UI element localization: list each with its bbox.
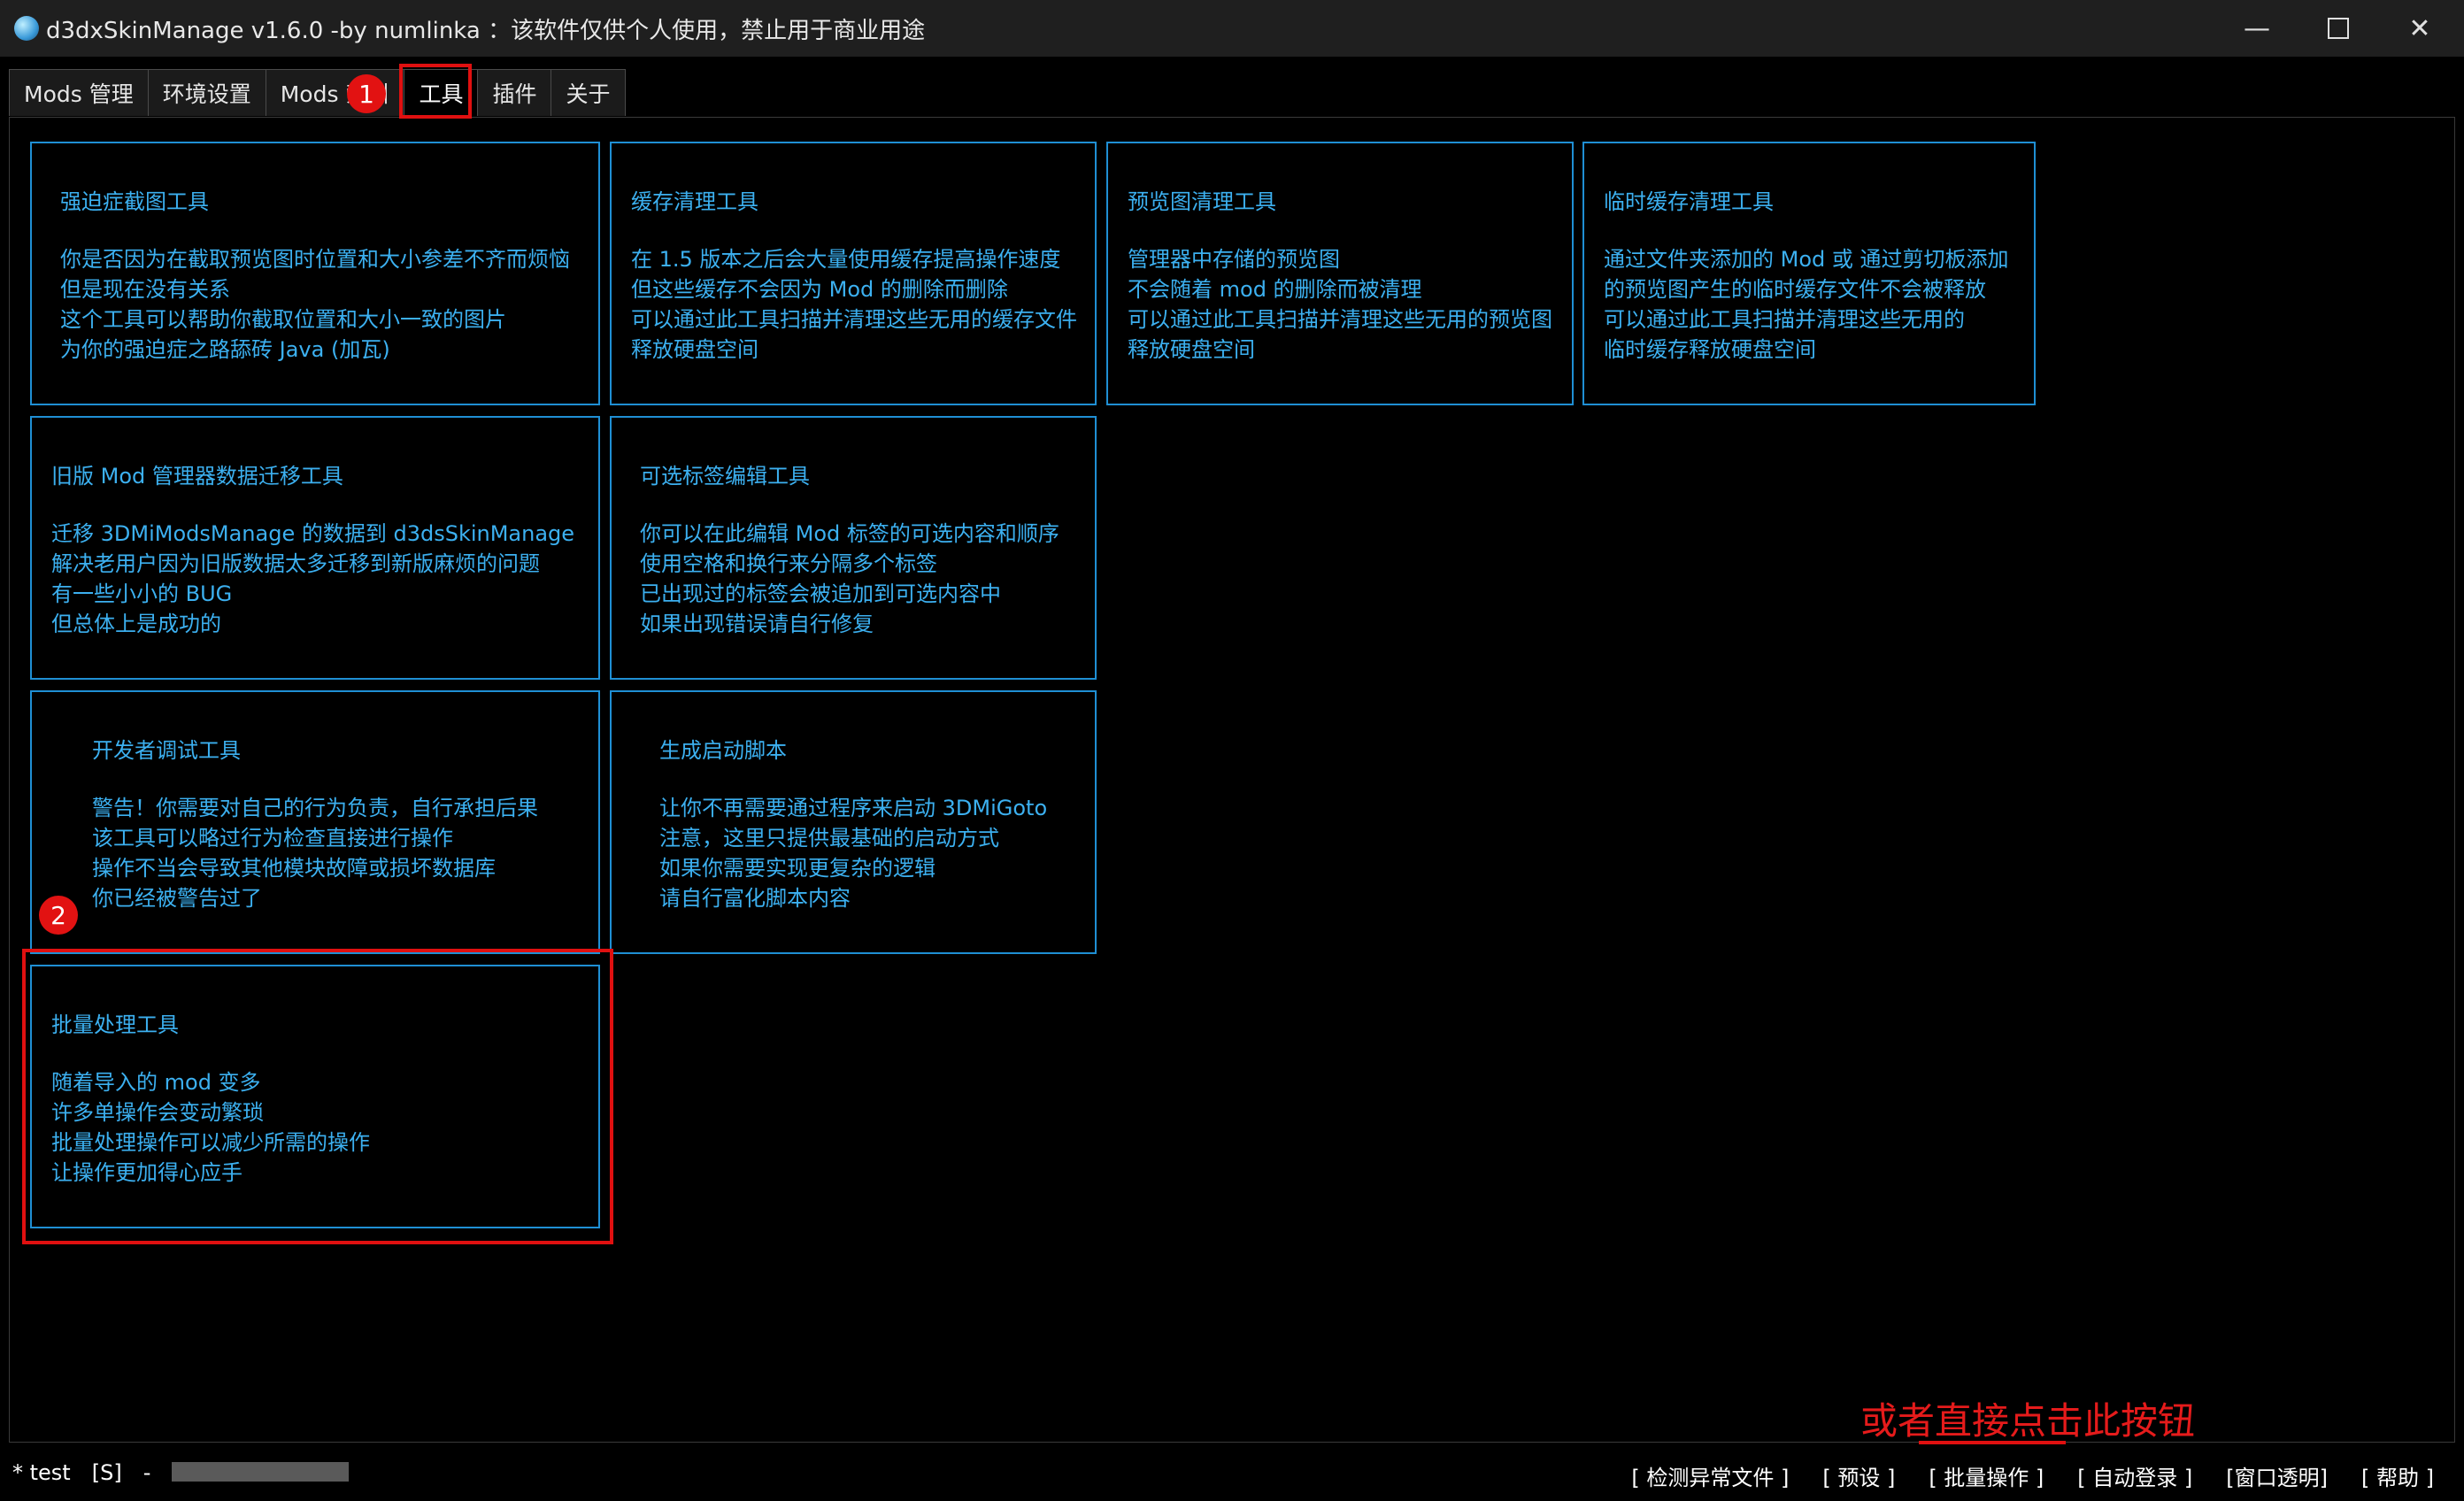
card-title: 强迫症截图工具 — [60, 189, 209, 214]
minimize-button[interactable]: — — [2216, 0, 2298, 57]
tool-card-preview-cleanup[interactable]: 预览图清理工具 管理器中存储的预览图 不会随着 mod 的删除而被清理 可以通过此工… — [1106, 142, 1574, 405]
batch-operation-link[interactable]: [ 批量操作 ] — [1929, 1460, 2044, 1491]
maximize-button[interactable] — [2298, 0, 2379, 57]
tool-card-tag-editor[interactable]: 可选标签编辑工具 你可以在此编辑 Mod 标签的可选内容和顺序 使用空格和换行来分… — [610, 416, 1097, 680]
card-title: 开发者调试工具 — [92, 738, 241, 763]
card-title: 可选标签编辑工具 — [640, 464, 810, 489]
card-title: 预览图清理工具 — [1128, 189, 1276, 214]
tool-card-screenshot[interactable]: 强迫症截图工具 你是否因为在截取预览图时位置和大小参差不齐而烦恼 但是现在没有关系… — [30, 142, 600, 405]
help-link[interactable]: [ 帮助 ] — [2361, 1460, 2434, 1491]
status-links: [ 检测异常文件 ] [ 预设 ] [ 批量操作 ] [ 自动登录 ] [窗口透… — [1598, 1460, 2434, 1491]
close-button[interactable]: ✕ — [2379, 0, 2460, 57]
preset-link[interactable]: [ 预设 ] — [1822, 1460, 1895, 1491]
status-flag: [S] — [91, 1460, 122, 1485]
card-description: 迁移 3DMiModsManage 的数据到 d3dsSkinManage 解决老… — [51, 521, 575, 636]
tab-plugins[interactable]: 插件 — [477, 69, 552, 116]
card-description: 警告！你需要对自己的行为负责，自行承担后果 该工具可以略过行为检查直接进行操作 操作… — [92, 796, 538, 911]
current-user: * test — [12, 1460, 71, 1485]
annotation-note: 或者直接点击此按钮 — [1860, 1399, 2196, 1443]
tab-tools[interactable]: 工具 — [404, 69, 479, 116]
app-logo-icon — [14, 16, 39, 41]
maximize-icon — [2328, 18, 2349, 39]
detect-abnormal-files-link[interactable]: [ 检测异常文件 ] — [1631, 1460, 1789, 1491]
card-title: 缓存清理工具 — [631, 189, 758, 214]
annotation-marker-2: 2 — [39, 896, 78, 935]
card-description: 随着导入的 mod 变多 许多单操作会变动繁琐 批量处理操作可以减少所需的操作 让操作… — [51, 1070, 370, 1185]
tool-card-data-migration[interactable]: 旧版 Mod 管理器数据迁移工具 迁移 3DMiModsManage 的数据到 … — [30, 416, 600, 680]
tool-card-batch-processing[interactable]: 批量处理工具 随着导入的 mod 变多 许多单操作会变动繁琐 批量处理操作可以减少所… — [30, 965, 600, 1228]
close-icon: ✕ — [2408, 12, 2431, 44]
tab-environment-settings[interactable]: 环境设置 — [147, 69, 266, 116]
title-bar: d3dxSkinManage v1.6.0 -by numlinka ：该软件仅… — [0, 0, 2464, 57]
status-bar: * test [S] - [ 检测异常文件 ] [ 预设 ] [ 批量操作 ] [ … — [0, 1444, 2464, 1501]
card-title: 批量处理工具 — [51, 1012, 179, 1037]
progress-bar — [172, 1462, 349, 1482]
card-title: 临时缓存清理工具 — [1604, 189, 1774, 214]
tab-bar: Mods 管理 环境设置 Mods 索引 工具 插件 关于 — [9, 69, 626, 117]
annotation-marker-1: 1 — [347, 74, 386, 113]
tool-card-developer-debug[interactable]: 开发者调试工具 警告！你需要对自己的行为负责，自行承担后果 该工具可以略过行为检查… — [30, 690, 600, 954]
card-description: 让你不再需要通过程序来启动 3DMiGoto 注意，这里只提供最基础的启动方式 如果… — [659, 796, 1048, 911]
tab-about[interactable]: 关于 — [551, 69, 626, 116]
card-description: 你是否因为在截取预览图时位置和大小参差不齐而烦恼 但是现在没有关系 这个工具可以帮助… — [60, 247, 570, 362]
tool-card-launch-script[interactable]: 生成启动脚本 让你不再需要通过程序来启动 3DMiGoto 注意，这里只提供最基础… — [610, 690, 1097, 954]
card-title: 旧版 Mod 管理器数据迁移工具 — [51, 464, 343, 489]
auto-login-link[interactable]: [ 自动登录 ] — [2077, 1460, 2192, 1491]
card-title: 生成启动脚本 — [659, 738, 787, 763]
window-title: d3dxSkinManage v1.6.0 -by numlinka ：该软件仅… — [46, 18, 926, 44]
card-description: 在 1.5 版本之后会大量使用缓存提高操作速度 但这些缓存不会因为 Mod 的删除… — [631, 247, 1077, 362]
minimize-icon: — — [2244, 12, 2270, 44]
window-transparency-link[interactable]: [窗口透明] — [2226, 1460, 2328, 1491]
tool-card-temp-cache-cleanup[interactable]: 临时缓存清理工具 通过文件夹添加的 Mod 或 通过剪切板添加 的预览图产生的临时… — [1582, 142, 2036, 405]
tool-card-cache-cleanup[interactable]: 缓存清理工具 在 1.5 版本之后会大量使用缓存提高操作速度 但这些缓存不会因为 … — [610, 142, 1097, 405]
status-info: * test [S] - — [12, 1460, 172, 1485]
card-description: 你可以在此编辑 Mod 标签的可选内容和顺序 使用空格和换行来分隔多个标签 已出现过… — [640, 521, 1059, 636]
card-description: 通过文件夹添加的 Mod 或 通过剪切板添加 的预览图产生的临时缓存文件不会被释放… — [1604, 247, 2009, 362]
card-description: 管理器中存储的预览图 不会随着 mod 的删除而被清理 可以通过此工具扫描并清理这些… — [1128, 247, 1552, 362]
status-separator: - — [142, 1460, 151, 1485]
tab-mods-manage[interactable]: Mods 管理 — [9, 69, 149, 116]
